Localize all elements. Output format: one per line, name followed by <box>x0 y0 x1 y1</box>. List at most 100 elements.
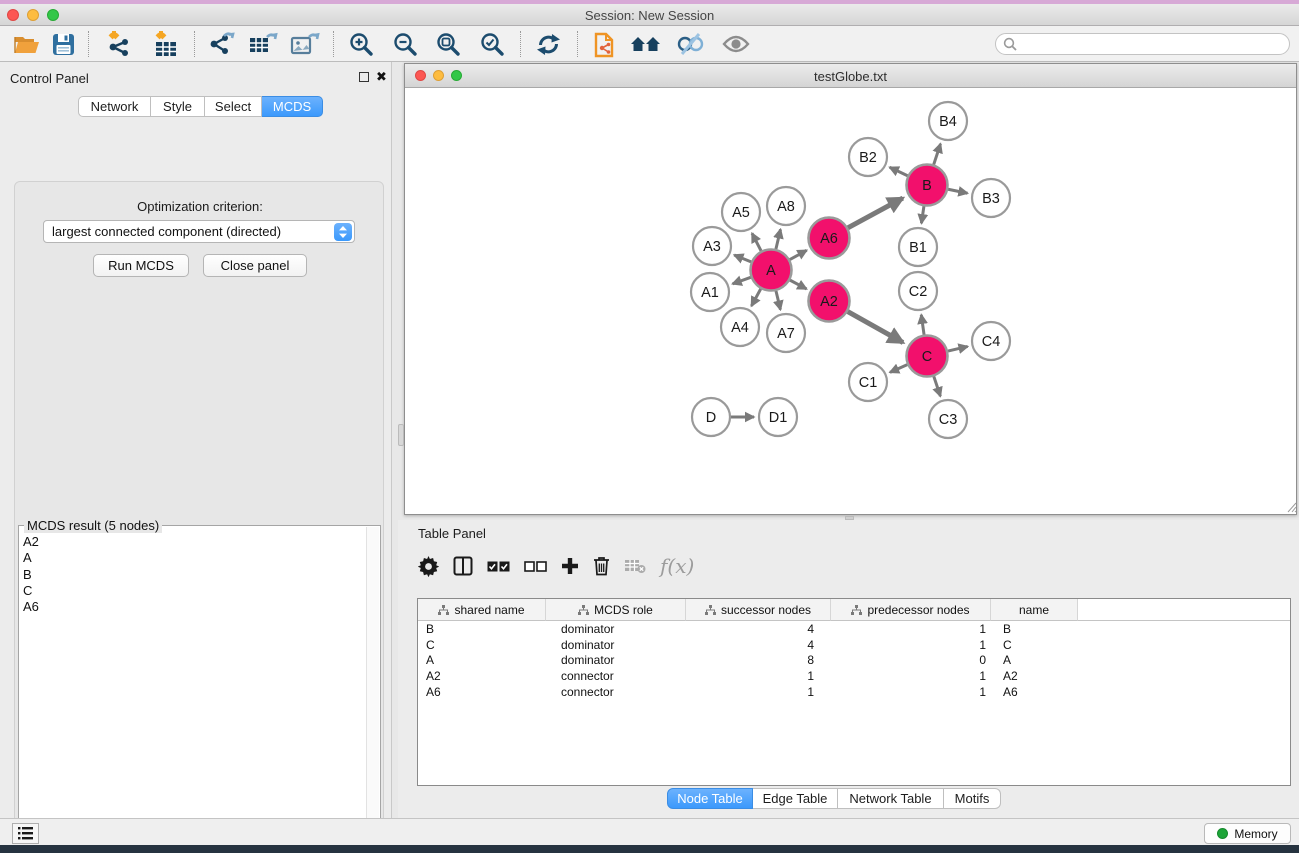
graph-node-C4[interactable]: C4 <box>972 322 1010 360</box>
network-maximize-button[interactable] <box>451 70 462 81</box>
open-session-icon[interactable] <box>11 29 43 59</box>
import-network-icon[interactable] <box>103 29 135 59</box>
graph-edge-A-A3[interactable] <box>734 255 751 262</box>
network-close-button[interactable] <box>415 70 426 81</box>
column-header-successor-nodes[interactable]: successor nodes <box>686 599 831 621</box>
table-row[interactable]: C dominator 4 1 C <box>418 637 1290 653</box>
tab-network[interactable]: Network <box>78 96 151 117</box>
column-header-name[interactable]: name <box>991 599 1078 621</box>
splitter-grip[interactable] <box>398 424 404 446</box>
network-minimize-button[interactable] <box>433 70 444 81</box>
graph-node-A4[interactable]: A4 <box>721 308 759 346</box>
show-hide-icon[interactable] <box>720 29 752 59</box>
delete-column-trash-icon[interactable] <box>593 551 610 581</box>
graph-edge-A2-C[interactable] <box>848 312 903 343</box>
table-row[interactable]: A2 connector 1 1 A2 <box>418 668 1290 684</box>
export-network-icon[interactable] <box>205 29 237 59</box>
export-table-icon[interactable] <box>247 29 279 59</box>
task-history-button[interactable] <box>12 823 39 844</box>
mcds-result-item[interactable]: A6 <box>23 599 363 615</box>
home-networks-icon[interactable] <box>630 29 662 59</box>
graph-node-D[interactable]: D <box>692 398 730 436</box>
tab-style[interactable]: Style <box>151 96 205 117</box>
graph-node-A1[interactable]: A1 <box>691 273 729 311</box>
graph-edge-C-C4[interactable] <box>948 346 968 351</box>
graph-edge-C-C2[interactable] <box>921 315 924 335</box>
graph-node-B4[interactable]: B4 <box>929 102 967 140</box>
graph-node-C2[interactable]: C2 <box>899 272 937 310</box>
resize-corner-icon[interactable] <box>1287 502 1297 513</box>
result-scrollbar[interactable] <box>366 527 379 853</box>
maximize-window-button[interactable] <box>47 9 59 21</box>
tab-motifs[interactable]: Motifs <box>944 788 1001 809</box>
graph-node-B2[interactable]: B2 <box>849 138 887 176</box>
close-window-button[interactable] <box>7 9 19 21</box>
minimize-window-button[interactable] <box>27 9 39 21</box>
column-view-icon[interactable] <box>453 551 473 581</box>
apply-layout-icon[interactable] <box>532 29 564 59</box>
graph-edge-A-A2[interactable] <box>790 280 807 289</box>
add-column-icon[interactable] <box>561 551 579 581</box>
zoom-out-icon[interactable] <box>389 29 421 59</box>
network-canvas[interactable]: B4B2BB3A8A5A6A3B1AA1C2A2A4A7C4CC1DC3D1 <box>405 88 1296 514</box>
column-header-shared-name[interactable]: shared name <box>418 599 546 621</box>
graph-edge-A-A6[interactable] <box>790 250 807 259</box>
graph-edge-A-A7[interactable] <box>776 291 780 310</box>
graph-node-B3[interactable]: B3 <box>972 179 1010 217</box>
graph-edge-B-B4[interactable] <box>934 144 941 165</box>
close-panel-icon[interactable]: ✖ <box>376 72 387 82</box>
function-builder-icon[interactable]: f(x) <box>660 551 694 581</box>
graph-node-C[interactable]: C <box>907 336 948 377</box>
graph-node-A3[interactable]: A3 <box>693 227 731 265</box>
mcds-result-list[interactable]: A2 A B C A6 <box>23 534 363 615</box>
graph-node-A[interactable]: A <box>751 250 792 291</box>
graph-edge-C-C3[interactable] <box>934 376 941 396</box>
float-panel-icon[interactable] <box>359 72 369 82</box>
graph-node-B1[interactable]: B1 <box>899 228 937 266</box>
search-input[interactable] <box>1021 37 1271 51</box>
tab-mcds[interactable]: MCDS <box>262 96 323 117</box>
tab-edge-table[interactable]: Edge Table <box>753 788 838 809</box>
graph-node-D1[interactable]: D1 <box>759 398 797 436</box>
graph-node-B[interactable]: B <box>907 165 948 206</box>
zoom-in-icon[interactable] <box>345 29 377 59</box>
graphics-details-icon[interactable] <box>674 29 706 59</box>
graph-node-A8[interactable]: A8 <box>767 187 805 225</box>
graph-edge-B-B1[interactable] <box>921 206 923 223</box>
delete-table-icon[interactable] <box>624 551 646 581</box>
table-row[interactable]: A dominator 8 0 A <box>418 652 1290 668</box>
graph-edge-A-A8[interactable] <box>776 229 781 249</box>
search-field[interactable] <box>995 33 1290 55</box>
mcds-result-item[interactable]: A2 <box>23 534 363 550</box>
column-header-mcds-role[interactable]: MCDS role <box>546 599 686 621</box>
zoom-fit-icon[interactable] <box>432 29 464 59</box>
tab-select[interactable]: Select <box>205 96 262 117</box>
mcds-result-item[interactable]: A <box>23 550 363 566</box>
graph-edge-A-A5[interactable] <box>752 233 761 251</box>
graph-node-A7[interactable]: A7 <box>767 314 805 352</box>
run-mcds-button[interactable]: Run MCDS <box>93 254 189 277</box>
session-details-icon[interactable] <box>590 29 622 59</box>
save-session-icon[interactable] <box>47 29 79 59</box>
close-panel-button[interactable]: Close panel <box>203 254 307 277</box>
table-row[interactable]: B dominator 4 1 B <box>418 621 1290 637</box>
memory-button[interactable]: Memory <box>1204 823 1291 844</box>
zoom-selected-icon[interactable] <box>476 29 508 59</box>
tab-network-table[interactable]: Network Table <box>838 788 944 809</box>
column-header-predecessor-nodes[interactable]: predecessor nodes <box>831 599 991 621</box>
select-all-icon[interactable] <box>487 551 510 581</box>
graph-edge-A-A1[interactable] <box>733 277 751 284</box>
tab-node-table[interactable]: Node Table <box>667 788 753 809</box>
graph-edge-C-C1[interactable] <box>890 365 907 373</box>
table-settings-gear-icon[interactable] <box>418 551 439 581</box>
deselect-all-icon[interactable] <box>524 551 547 581</box>
table-row[interactable]: A6 connector 1 1 A6 <box>418 684 1290 700</box>
graph-node-C3[interactable]: C3 <box>929 400 967 438</box>
graph-node-A6[interactable]: A6 <box>809 218 850 259</box>
criterion-select[interactable]: largest connected component (directed) <box>43 220 355 243</box>
import-table-icon[interactable] <box>150 29 182 59</box>
graph-edge-B-B2[interactable] <box>890 167 908 175</box>
graph-edge-A-A4[interactable] <box>751 289 760 306</box>
graph-edge-A6-B[interactable] <box>848 198 903 228</box>
graph-node-A2[interactable]: A2 <box>809 281 850 322</box>
